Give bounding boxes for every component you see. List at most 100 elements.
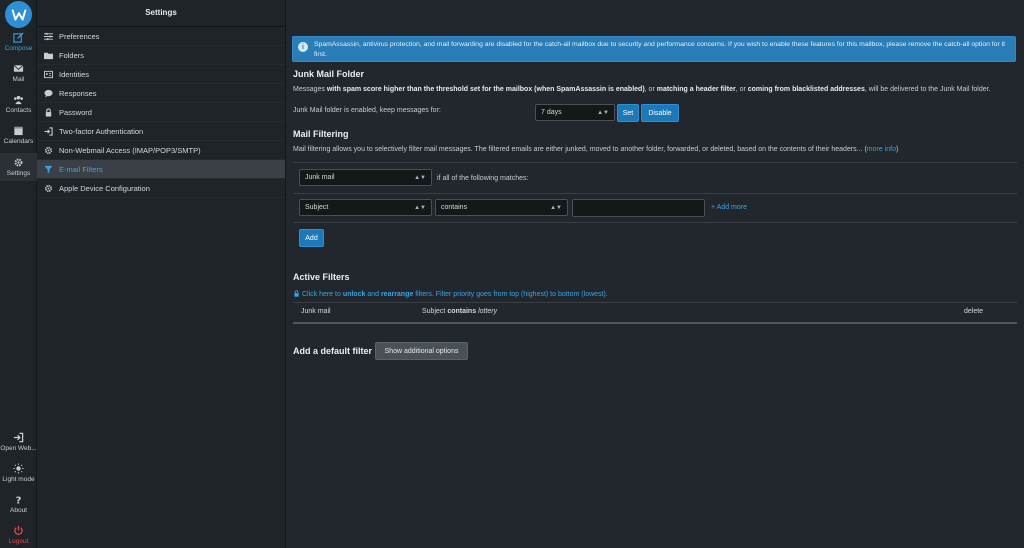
- settings-item-label: Password: [59, 107, 92, 117]
- rail-mail[interactable]: Mail: [0, 63, 37, 87]
- divider: [293, 222, 1017, 223]
- rail-contacts[interactable]: Contacts: [0, 94, 37, 118]
- info-icon: i: [298, 42, 308, 52]
- rail-calendars[interactable]: Calendars: [0, 125, 37, 149]
- settings-item-preferences[interactable]: Preferences: [37, 27, 285, 46]
- hint-part: and: [365, 291, 381, 298]
- more-info-link[interactable]: more info: [867, 146, 896, 153]
- settings-item-identities[interactable]: Identities: [37, 65, 285, 84]
- add-filter-button[interactable]: Add: [299, 229, 324, 247]
- rail-settings-label: Settings: [6, 170, 31, 177]
- filter-row-action: Junk mail: [301, 308, 331, 315]
- rail-logout-label: Logout: [8, 538, 29, 545]
- power-icon: [14, 525, 23, 535]
- filter-action-select[interactable]: Junk mail ▲▼: [299, 169, 432, 186]
- settings-item-email-filters[interactable]: E-mail Filters: [37, 160, 285, 179]
- calendar-icon: [14, 126, 23, 136]
- rail-compose-label: Compose: [4, 45, 33, 52]
- select-caret-icon: ▲▼: [414, 174, 426, 181]
- contacts-icon: [14, 95, 23, 105]
- condition-operator: contains: [447, 308, 477, 315]
- junk-disable-button[interactable]: Disable: [641, 104, 679, 122]
- mail-filtering-description: Mail filtering allows you to selectively…: [293, 146, 898, 153]
- comment-icon: [44, 89, 53, 98]
- mail-icon: [13, 64, 24, 72]
- settings-item-label: Non-Webmail Access (IMAP/POP3/SMTP): [59, 145, 201, 155]
- settings-item-label: E-mail Filters: [59, 164, 103, 174]
- unlock-filters-hint[interactable]: Click here to unlock and rearrange filte…: [293, 290, 608, 298]
- sliders-icon: [44, 32, 53, 40]
- divider: [293, 302, 1017, 303]
- gear-icon: [44, 184, 53, 192]
- junk-retention-select[interactable]: 7 days ▲▼: [535, 104, 615, 121]
- app-rail: Compose Mail Contacts Calendars Settings…: [0, 0, 37, 548]
- lock-icon: [294, 290, 299, 297]
- divider: [293, 162, 1017, 163]
- logo-w-icon: [11, 9, 26, 20]
- app-logo[interactable]: [5, 1, 32, 28]
- condition-value: lottery: [478, 308, 498, 315]
- hint-part: Click here to: [301, 291, 343, 298]
- settings-pane: Settings Preferences Folders Identities …: [37, 0, 286, 548]
- gear-icon: [14, 158, 23, 167]
- gear-icon: [44, 146, 53, 154]
- default-filter-title: Add a default filter: [293, 346, 373, 356]
- rail-logout[interactable]: Logout: [0, 525, 37, 548]
- settings-item-label: Responses: [59, 88, 97, 98]
- folder-icon: [44, 52, 53, 59]
- filter-operator-value: contains: [441, 204, 468, 211]
- junk-desc-part: Messages: [293, 86, 327, 93]
- junk-desc-part: , or: [644, 86, 657, 93]
- hint-unlock: unlock: [342, 291, 366, 298]
- svg-text:?: ?: [16, 496, 22, 505]
- select-caret-icon: ▲▼: [414, 204, 426, 211]
- rail-contacts-label: Contacts: [5, 107, 32, 114]
- settings-item-label: Preferences: [59, 31, 100, 41]
- hint-part: filters. Filter priority goes from top (…: [413, 291, 608, 298]
- settings-item-non-webmail-access[interactable]: Non-Webmail Access (IMAP/POP3/SMTP): [37, 141, 285, 160]
- rail-compose[interactable]: Compose: [0, 32, 37, 56]
- filter-operator-select[interactable]: contains ▲▼: [435, 199, 568, 216]
- rail-open-webmail-label: Open Web...: [0, 445, 37, 452]
- junk-keep-label: Junk Mail folder is enabled, keep messag…: [293, 107, 441, 114]
- divider: [293, 322, 1017, 324]
- sign-in-icon: [44, 126, 53, 136]
- settings-item-folders[interactable]: Folders: [37, 46, 285, 65]
- id-card-icon: [44, 70, 53, 78]
- lock-icon: [45, 107, 52, 117]
- filter-row-delete-link[interactable]: delete: [964, 308, 983, 315]
- filtering-desc-end: ): [895, 146, 899, 153]
- question-icon: ?: [16, 496, 22, 505]
- compose-icon: [13, 32, 24, 43]
- active-filters-title: Active Filters: [293, 272, 350, 282]
- sign-in-icon: [13, 432, 24, 443]
- notice-text: SpamAssassin, antivirus protection, and …: [314, 41, 1005, 58]
- junk-set-button[interactable]: Set: [617, 104, 639, 122]
- settings-item-password[interactable]: Password: [37, 103, 285, 122]
- junk-mail-title: Junk Mail Folder: [293, 69, 365, 79]
- filter-value-input[interactable]: [572, 199, 705, 217]
- settings-item-two-factor[interactable]: Two-factor Authentication: [37, 122, 285, 141]
- rail-settings[interactable]: Settings: [0, 153, 37, 181]
- show-additional-options-button[interactable]: Show additional options: [375, 342, 468, 360]
- rail-light-mode[interactable]: Light mode: [0, 463, 37, 487]
- settings-item-label: Folders: [59, 50, 85, 60]
- filter-action-value: Junk mail: [305, 174, 335, 181]
- settings-title: Settings: [37, 0, 285, 27]
- filter-field-select[interactable]: Subject ▲▼: [299, 199, 432, 216]
- settings-item-responses[interactable]: Responses: [37, 84, 285, 103]
- rail-open-webmail[interactable]: Open Web...: [0, 432, 37, 456]
- main-content: i SpamAssassin, antivirus protection, an…: [287, 0, 1024, 548]
- junk-retention-value: 7 days: [541, 109, 562, 116]
- rail-light-mode-label: Light mode: [2, 476, 35, 483]
- catch-all-notice: i SpamAssassin, antivirus protection, an…: [292, 36, 1016, 62]
- select-caret-icon: ▲▼: [597, 109, 609, 116]
- rail-calendars-label: Calendars: [3, 138, 34, 145]
- filter-field-value: Subject: [305, 204, 329, 211]
- divider: [293, 193, 1017, 194]
- settings-item-apple-device[interactable]: Apple Device Configuration: [37, 179, 285, 198]
- rail-about[interactable]: ? About: [0, 494, 37, 518]
- add-more-link[interactable]: + Add more: [711, 204, 747, 211]
- junk-mail-description: Messages with spam score higher than the…: [293, 86, 991, 93]
- settings-item-label: Identities: [59, 69, 90, 79]
